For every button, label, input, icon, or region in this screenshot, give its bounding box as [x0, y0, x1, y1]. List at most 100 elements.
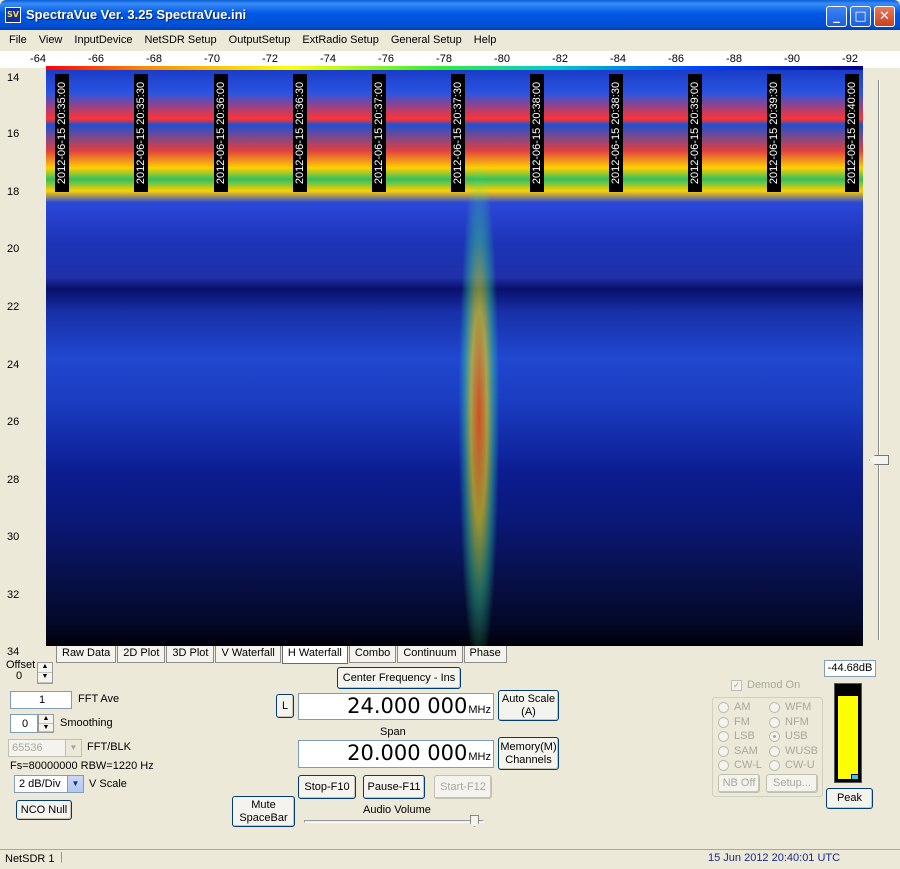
tab-h-waterfall[interactable]: H Waterfall [281, 646, 348, 664]
smoothing-spinner[interactable]: ▲ ▼ [38, 714, 54, 733]
db-tick: -84 [610, 53, 626, 65]
db-tick: -72 [262, 53, 278, 65]
auto-scale-button[interactable]: Auto Scale (A) [498, 690, 559, 721]
tab-combo[interactable]: Combo [348, 646, 397, 663]
tab-v-waterfall[interactable]: V Waterfall [215, 646, 281, 663]
freq-tick: 14 [7, 72, 20, 84]
memory-channels-button[interactable]: Memory(M) Channels [498, 737, 559, 770]
l-button[interactable]: L [276, 694, 294, 718]
db-tick: -82 [552, 53, 568, 65]
menu-extradio-setup[interactable]: ExtRadio Setup [296, 31, 384, 49]
db-tick: -68 [146, 53, 162, 65]
peak-button[interactable]: Peak [826, 788, 873, 809]
radio-usb[interactable]: USB [769, 730, 808, 742]
maximize-button[interactable]: □ [850, 6, 871, 27]
timestamp-label: 2012-06-15 20:35:30 [134, 74, 148, 192]
timestamp-label: 2012-06-15 20:40:00 [845, 74, 859, 192]
slider-thumb[interactable] [869, 455, 889, 465]
ref-level-slider[interactable] [863, 70, 890, 646]
freq-tick: 20 [7, 243, 20, 255]
mute-button[interactable]: Mute SpaceBar [232, 796, 295, 827]
timestamp-label: 2012-06-15 20:38:00 [530, 74, 544, 192]
signal-meter [834, 683, 862, 783]
center-frequency-button[interactable]: Center Frequency - Ins [337, 667, 461, 689]
radio-sam[interactable]: SAM [718, 745, 758, 757]
demod-on-checkbox[interactable]: ✓ Demod On [731, 679, 800, 691]
radio-nfm[interactable]: NFM [769, 716, 809, 728]
tab-raw-data[interactable]: Raw Data [56, 646, 117, 663]
offset-value: 0 [16, 670, 23, 682]
db-tick: -90 [784, 53, 800, 65]
smoothing-input[interactable]: 0 [10, 714, 38, 733]
nco-null-button[interactable]: NCO Null [16, 800, 72, 820]
menu-view[interactable]: View [33, 31, 69, 49]
radio-fm[interactable]: FM [718, 716, 750, 728]
display-tabs: Raw Data 2D Plot 3D Plot V Waterfall H W… [56, 646, 508, 664]
db-tick: -88 [726, 53, 742, 65]
menu-help[interactable]: Help [468, 31, 503, 49]
tab-2d-plot[interactable]: 2D Plot [117, 646, 166, 663]
stop-button[interactable]: Stop-F10 [298, 775, 356, 799]
smoothing-label: Smoothing [60, 717, 113, 729]
span-unit: MHz [468, 751, 491, 763]
vscale-select[interactable]: 2 dB/Div ▼ [14, 775, 84, 793]
center-frequency-value: 24.000 000 [347, 694, 468, 718]
radio-lsb[interactable]: LSB [718, 730, 755, 742]
freq-tick: 18 [7, 186, 20, 198]
spin-up-icon[interactable]: ▲ [39, 715, 53, 724]
span-value: 20.000 000 [347, 741, 468, 765]
menu-general-setup[interactable]: General Setup [385, 31, 468, 49]
menu-inputdevice[interactable]: InputDevice [68, 31, 138, 49]
menu-netsdr-setup[interactable]: NetSDR Setup [138, 31, 222, 49]
span-display[interactable]: 20.000 000MHz [298, 740, 494, 768]
window-title: SpectraVue Ver. 3.25 SpectraVue.ini [26, 7, 247, 22]
audio-volume-track[interactable] [304, 820, 484, 823]
tab-phase[interactable]: Phase [463, 646, 507, 663]
timestamp-label: 2012-06-15 20:35:00 [55, 74, 69, 192]
timestamp-label: 2012-06-15 20:37:00 [372, 74, 386, 192]
close-button[interactable]: ✕ [874, 6, 895, 27]
radio-am[interactable]: AM [718, 701, 751, 713]
radio-cw-l[interactable]: CW-L [718, 759, 762, 771]
menu-outputsetup[interactable]: OutputSetup [223, 31, 297, 49]
signal-meter-marker [851, 774, 859, 780]
fft-ave-input[interactable]: 1 [10, 691, 72, 709]
radio-cw-u[interactable]: CW-U [769, 759, 815, 771]
waterfall-display[interactable]: 2012-06-15 20:35:00 2012-06-15 20:35:30 … [46, 70, 863, 646]
timestamp-label: 2012-06-15 20:38:30 [609, 74, 623, 192]
radio-wusb[interactable]: WUSB [769, 745, 818, 757]
close-icon: ✕ [879, 9, 890, 24]
spin-down-icon[interactable]: ▼ [38, 673, 52, 683]
fft-blk-label: FFT/BLK [87, 741, 132, 753]
app-icon[interactable]: SV [5, 7, 21, 23]
demod-setup-button[interactable]: Setup... [766, 774, 818, 793]
minimize-button[interactable]: _ [826, 6, 847, 27]
menu-file[interactable]: File [3, 31, 33, 49]
center-frequency-display[interactable]: 24.000 000MHz [298, 693, 494, 720]
db-tick: -66 [88, 53, 104, 65]
timestamp-label: 2012-06-15 20:39:00 [688, 74, 702, 192]
status-separator: | [60, 851, 63, 863]
fft-blk-select[interactable]: 65536 ▼ [8, 739, 82, 757]
tab-continuum[interactable]: Continuum [397, 646, 463, 663]
spin-down-icon[interactable]: ▼ [39, 724, 53, 732]
offset-spinner[interactable]: ▲ ▼ [37, 662, 53, 684]
chevron-down-icon[interactable]: ▼ [67, 776, 83, 792]
timestamp-label: 2012-06-15 20:37:30 [451, 74, 465, 192]
spin-up-icon[interactable]: ▲ [38, 663, 52, 673]
pause-button[interactable]: Pause-F11 [363, 775, 425, 799]
db-tick: -70 [204, 53, 220, 65]
chevron-down-icon[interactable]: ▼ [65, 740, 81, 756]
timestamp-label: 2012-06-15 20:39:30 [767, 74, 781, 192]
start-button[interactable]: Start-F12 [434, 775, 492, 799]
freq-tick: 28 [7, 474, 20, 486]
timestamp-label: 2012-06-15 20:36:30 [293, 74, 307, 192]
audio-volume-thumb[interactable] [470, 815, 479, 827]
audio-volume-label: Audio Volume [363, 804, 431, 816]
tab-3d-plot[interactable]: 3D Plot [166, 646, 215, 663]
title-bar[interactable]: SV SpectraVue Ver. 3.25 SpectraVue.ini _… [0, 0, 900, 30]
radio-wfm[interactable]: WFM [769, 701, 811, 713]
nb-off-button[interactable]: NB Off [718, 774, 760, 793]
status-bar: NetSDR 1 | 15 Jun 2012 20:40:01 UTC [0, 849, 900, 869]
menu-bar: File View InputDevice NetSDR Setup Outpu… [0, 30, 900, 50]
